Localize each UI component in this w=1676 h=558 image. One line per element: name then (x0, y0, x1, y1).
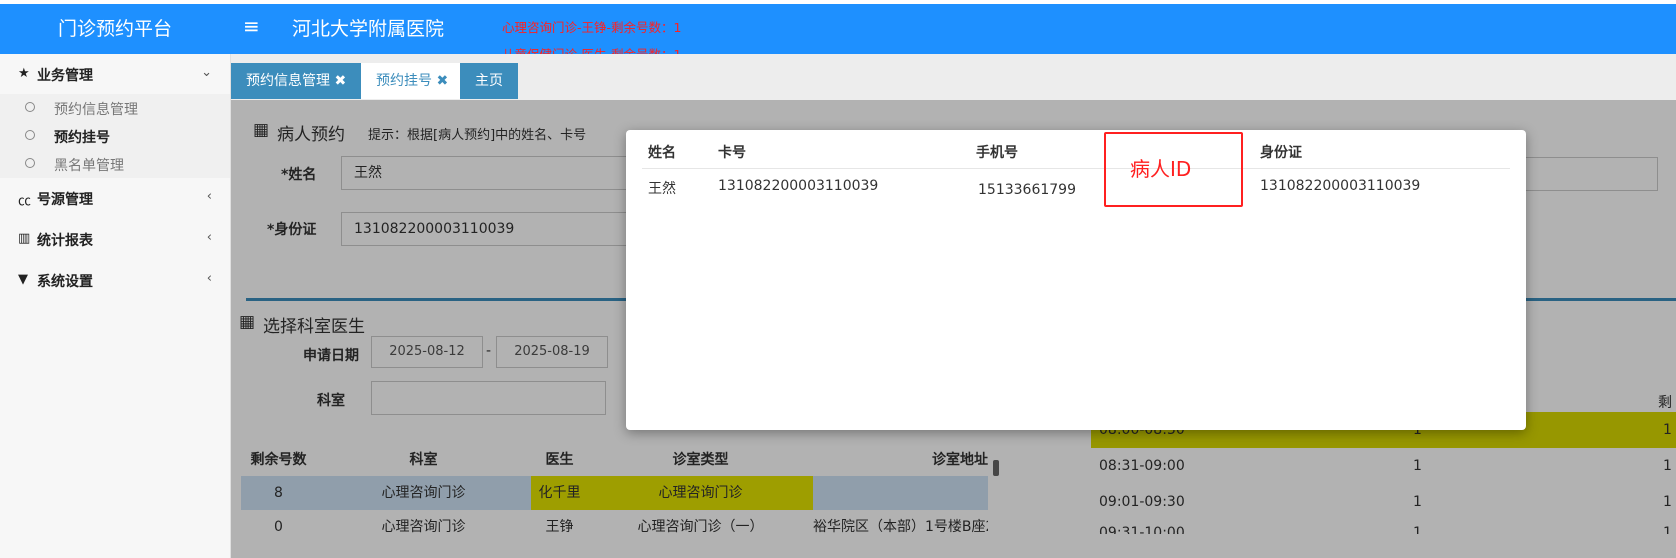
sidebar: ★ 业务管理 ⌄ 预约信息管理 预约挂号 黑名单管理 ㏄ 号源管理 ‹ ▥ 统计… (0, 54, 231, 558)
sidebar-group-label: 号源管理 (37, 192, 93, 208)
annotation-label: 病人ID (1130, 157, 1192, 181)
filter-icon: ▼ (18, 272, 28, 287)
scrolling-notice: 心理咨询门诊-王铮-剩余号数：1 (502, 20, 682, 35)
sidebar-item-label: 黑名单管理 (54, 158, 124, 174)
chevron-down-icon: ⌄ (201, 65, 212, 80)
chevron-left-icon: ‹ (206, 271, 212, 286)
tab-home[interactable]: 主页 (460, 63, 518, 99)
modal-cell-card[interactable]: 131082200003110039 (718, 178, 878, 194)
modal-col-id: 身份证 (1260, 145, 1302, 161)
modal-cell-phone[interactable]: 15133661799 (978, 182, 1076, 198)
sidebar-item-blacklist[interactable]: 黑名单管理 (0, 150, 230, 178)
modal-col-name: 姓名 (648, 145, 676, 161)
tab-appointment-register[interactable]: 预约挂号 ✖ (361, 63, 464, 99)
sidebar-item-appointment-register[interactable]: 预约挂号 (0, 122, 230, 150)
sidebar-group-source[interactable]: ㏄ 号源管理 ‹ (0, 178, 230, 218)
bar-chart-icon: ▥ (18, 231, 31, 246)
circle-icon (25, 102, 35, 112)
modal-cell-id[interactable]: 131082200003110039 (1260, 178, 1420, 194)
modal-col-phone: 手机号 (976, 145, 1018, 161)
modal-cell-name[interactable]: 王然 (648, 178, 676, 198)
sidebar-item-label: 预约挂号 (54, 130, 110, 146)
star-icon: ★ (18, 66, 30, 81)
sidebar-group-business[interactable]: ★ 业务管理 ⌄ (0, 54, 230, 94)
sidebar-group-settings[interactable]: ▼ 系统设置 ‹ (0, 260, 230, 300)
chevron-left-icon: ‹ (206, 189, 212, 204)
tab-bar: 预约信息管理 ✖ 预约挂号 ✖ 主页 (231, 54, 1676, 100)
app-brand: 门诊预约平台 (57, 18, 172, 40)
patient-search-modal: 姓名 卡号 手机号 身份证 王然 131082200003110039 1513… (626, 130, 1526, 430)
chevron-left-icon: ‹ (206, 230, 212, 245)
modal-col-card: 卡号 (718, 145, 746, 161)
sidebar-group-label: 系统设置 (37, 274, 93, 290)
menu-toggle-icon[interactable]: ≡ (243, 16, 260, 36)
sidebar-item-label: 预约信息管理 (54, 102, 138, 118)
modal-divider (642, 168, 1510, 169)
cc-icon: ㏄ (18, 194, 32, 209)
scrolling-notice: 儿童保健门诊-医生-剩余号数：1 (502, 44, 681, 54)
sidebar-item-appointment-info[interactable]: 预约信息管理 (0, 94, 230, 122)
sidebar-group-reports[interactable]: ▥ 统计报表 ‹ (0, 219, 230, 259)
tab-appointment-info[interactable]: 预约信息管理 ✖ (231, 63, 362, 99)
sidebar-group-label: 统计报表 (37, 233, 93, 249)
circle-icon (25, 158, 35, 168)
circle-icon (25, 130, 35, 140)
sidebar-group-label: 业务管理 (37, 68, 93, 84)
hospital-name: 河北大学附属医院 (292, 18, 445, 40)
